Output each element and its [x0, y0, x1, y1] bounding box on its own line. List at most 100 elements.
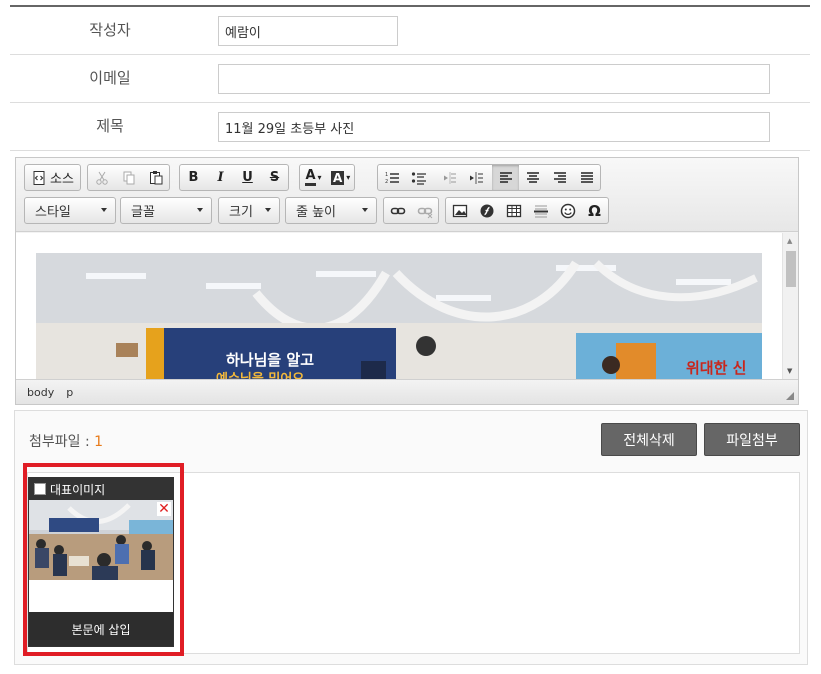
- flash-icon: [480, 204, 493, 217]
- size-combo[interactable]: 크기: [218, 197, 280, 224]
- chevron-down-icon: ▾: [346, 173, 351, 182]
- smiley-icon: [560, 203, 575, 218]
- source-button[interactable]: 소스: [25, 165, 80, 190]
- copy-button[interactable]: [115, 165, 142, 190]
- lineheight-combo-label: 줄 높이: [296, 205, 337, 220]
- banner-text-1: 하나님을 알고: [226, 351, 314, 369]
- author-input[interactable]: [218, 16, 398, 46]
- resize-handle-icon[interactable]: [786, 392, 794, 400]
- paragraph-group: 12: [377, 164, 601, 191]
- editor-statusbar: body p: [16, 379, 798, 404]
- chevron-down-icon: ▾: [317, 173, 322, 182]
- style-combo[interactable]: 스타일: [24, 197, 116, 224]
- chevron-down-icon: [101, 208, 107, 212]
- svg-text:1: 1: [385, 172, 388, 178]
- cut-button[interactable]: [88, 165, 115, 190]
- path-p[interactable]: p: [66, 386, 73, 399]
- path-body[interactable]: body: [27, 386, 54, 399]
- highlight-box: [23, 463, 184, 656]
- color-group: A ▾ A ▾: [299, 164, 356, 191]
- link-button[interactable]: [384, 198, 411, 223]
- bg-color-button[interactable]: A ▾: [327, 165, 354, 190]
- source-group: 소스: [24, 164, 81, 191]
- outdent-icon: [443, 171, 456, 184]
- font-combo-label: 글꼴: [131, 205, 155, 220]
- author-row: 작성자: [10, 7, 810, 55]
- special-char-button[interactable]: Ω: [581, 198, 608, 223]
- chevron-down-icon: [362, 208, 368, 212]
- attachment-label-text: 첨부파일 :: [29, 434, 95, 450]
- banner-text-2: 예수님을 믿어요: [216, 371, 304, 379]
- clipboard-group: [87, 164, 170, 191]
- align-justify-icon: [580, 171, 593, 183]
- delete-all-button[interactable]: 전체삭제: [601, 423, 697, 456]
- attachment-label: 첨부파일 : 1: [29, 431, 103, 451]
- indent-icon: [469, 171, 483, 184]
- attachment-count: 1: [94, 434, 104, 450]
- indent-button[interactable]: [462, 165, 489, 190]
- image-icon: [452, 204, 467, 217]
- table-icon: [506, 204, 521, 217]
- lineheight-combo[interactable]: 줄 높이: [285, 197, 377, 224]
- editor-toolbar: 소스 B I U S A ▾ A ▾ 1 2 스타일 글꼴 크기 줄 높이 Ω: [16, 158, 798, 232]
- paste-icon: [149, 170, 162, 184]
- align-justify-button[interactable]: [573, 165, 600, 190]
- chevron-down-icon: [265, 208, 271, 212]
- align-center-icon: [526, 171, 539, 183]
- subject-label: 제목: [96, 117, 124, 135]
- numbered-list-button[interactable]: 12: [378, 165, 405, 190]
- insert-group: Ω: [445, 197, 609, 224]
- copy-icon: [123, 171, 134, 184]
- link-icon: [390, 207, 405, 214]
- scroll-down-icon[interactable]: ▼: [787, 367, 792, 375]
- email-input[interactable]: [218, 64, 770, 94]
- align-right-icon: [553, 171, 566, 183]
- subject-row: 제목: [10, 103, 810, 151]
- link-group: [383, 197, 439, 224]
- italic-button[interactable]: I: [207, 165, 234, 190]
- table-button[interactable]: [500, 198, 527, 223]
- align-left-icon: [499, 171, 512, 183]
- post-form: 작성자 이메일 제목: [10, 5, 810, 151]
- bullet-list-button[interactable]: [405, 165, 432, 190]
- editor-content[interactable]: 하나님을 알고 예수님을 믿어요 위대한 신 ▲ ▼: [16, 233, 798, 379]
- author-label: 작성자: [89, 21, 131, 39]
- chevron-down-icon: [197, 208, 203, 212]
- scroll-thumb[interactable]: [786, 251, 796, 287]
- bullet-list-icon: [411, 171, 426, 185]
- emoticon-button[interactable]: [554, 198, 581, 223]
- subject-input[interactable]: [218, 112, 770, 142]
- flash-button[interactable]: [473, 198, 500, 223]
- basic-style-group: B I U S: [179, 164, 289, 191]
- bg-color-label: A: [331, 170, 345, 185]
- outdent-button[interactable]: [435, 165, 462, 190]
- text-color-label: A: [305, 169, 316, 186]
- align-left-button[interactable]: [492, 165, 519, 190]
- paste-button[interactable]: [142, 165, 169, 190]
- scroll-up-icon[interactable]: ▲: [787, 237, 792, 245]
- unlink-button[interactable]: [411, 198, 438, 223]
- text-color-button[interactable]: A ▾: [300, 165, 327, 190]
- size-combo-label: 크기: [229, 205, 253, 220]
- cut-icon: [95, 171, 108, 185]
- email-row: 이메일: [10, 55, 810, 103]
- source-icon: [33, 170, 45, 185]
- editor-scrollbar[interactable]: ▲ ▼: [782, 233, 798, 379]
- rich-text-editor: 소스 B I U S A ▾ A ▾ 1 2 스타일 글꼴 크기 줄 높이 Ω …: [15, 157, 799, 405]
- horizontal-rule-button[interactable]: [527, 198, 554, 223]
- strike-button[interactable]: S: [261, 165, 288, 190]
- add-file-button[interactable]: 파일첨부: [704, 423, 800, 456]
- font-combo[interactable]: 글꼴: [120, 197, 212, 224]
- style-combo-label: 스타일: [35, 205, 71, 220]
- bold-button[interactable]: B: [180, 165, 207, 190]
- underline-button[interactable]: U: [234, 165, 261, 190]
- svg-text:2: 2: [385, 179, 388, 185]
- unlink-icon: [417, 207, 432, 218]
- email-label: 이메일: [89, 69, 131, 87]
- align-right-button[interactable]: [546, 165, 573, 190]
- align-center-button[interactable]: [519, 165, 546, 190]
- image-button[interactable]: [446, 198, 473, 223]
- inserted-photo: 하나님을 알고 예수님을 믿어요 위대한 신: [16, 233, 798, 379]
- horizontal-rule-icon: [533, 205, 548, 217]
- banner-text-3: 위대한 신: [686, 359, 746, 377]
